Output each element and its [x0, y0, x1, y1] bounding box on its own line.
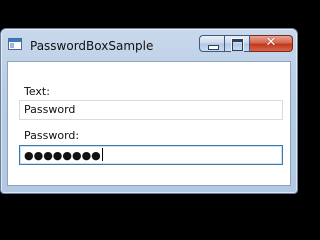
- app-window: PasswordBoxSample ✕ Text: Password Passw…: [0, 28, 298, 194]
- text-caret: [101, 148, 103, 161]
- minimize-icon: [208, 45, 219, 50]
- minimize-button[interactable]: [199, 35, 225, 52]
- client-area: Text: Password Password: ●●●●●●●●: [7, 61, 291, 186]
- close-icon: ✕: [265, 35, 277, 50]
- window-title: PasswordBoxSample: [30, 39, 154, 53]
- title-bar[interactable]: PasswordBoxSample ✕: [1, 29, 297, 57]
- text-input-value: Password: [24, 103, 76, 116]
- maximize-button[interactable]: [225, 35, 250, 52]
- password-input[interactable]: ●●●●●●●●: [19, 145, 283, 165]
- maximize-icon: [232, 39, 243, 51]
- text-input[interactable]: Password: [19, 100, 283, 120]
- text-label: Text:: [24, 85, 50, 98]
- screen: PasswordBoxSample ✕ Text: Password Passw…: [0, 0, 300, 225]
- close-button[interactable]: ✕: [250, 35, 293, 52]
- app-window-icon[interactable]: [8, 38, 22, 50]
- caption-buttons: ✕: [199, 35, 293, 53]
- password-input-value: ●●●●●●●●: [24, 149, 101, 162]
- password-label: Password:: [24, 129, 80, 142]
